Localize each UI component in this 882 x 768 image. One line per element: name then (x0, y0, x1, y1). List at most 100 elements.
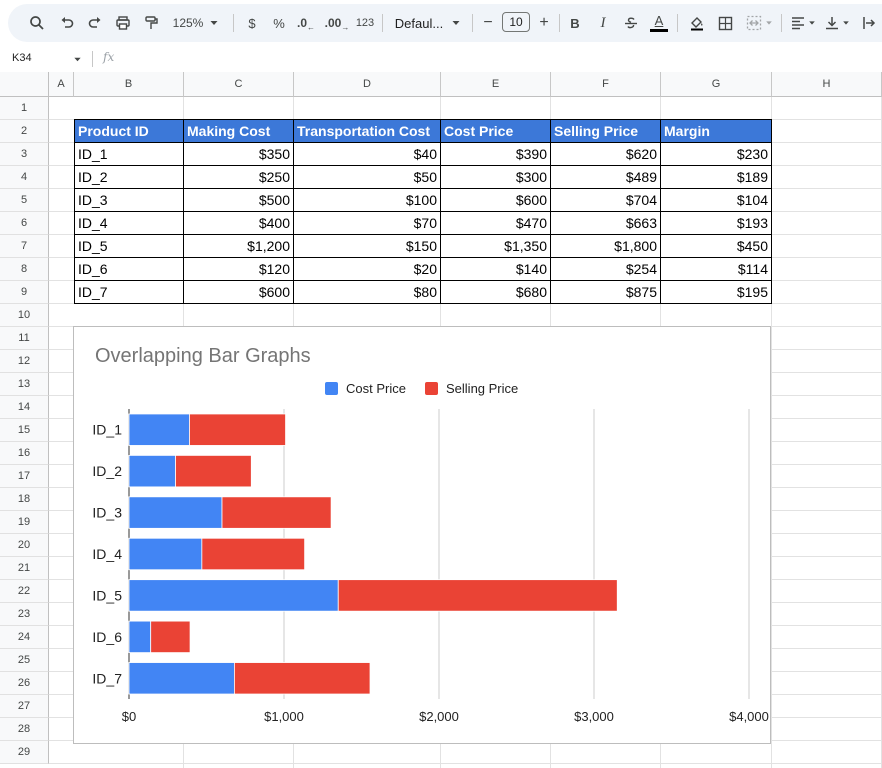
value-cell[interactable]: $350 (183, 142, 294, 166)
italic-button[interactable]: I (594, 4, 612, 42)
borders-button[interactable] (714, 4, 736, 42)
value-cell[interactable]: $1,800 (550, 234, 661, 258)
value-cell[interactable]: $114 (660, 257, 772, 281)
decrease-font-size-button[interactable]: − (478, 4, 498, 42)
redo-button[interactable] (84, 4, 106, 42)
table-header-cell[interactable]: Making Cost (183, 119, 294, 143)
value-cell[interactable]: $70 (293, 211, 441, 235)
value-cell[interactable]: $600 (440, 188, 551, 212)
paint-format-button[interactable] (140, 4, 162, 42)
value-cell[interactable]: $489 (550, 165, 661, 189)
vertical-align-button[interactable] (822, 4, 852, 42)
print-button[interactable] (112, 4, 134, 42)
text-color-button[interactable]: A (648, 4, 670, 42)
decrease-decimal-button[interactable]: .0 ← (294, 4, 318, 42)
fill-color-button[interactable] (686, 4, 708, 42)
more-formats-button[interactable]: 123 (354, 4, 376, 42)
row-header-29[interactable]: 29 (0, 741, 49, 764)
value-cell[interactable]: $193 (660, 211, 772, 235)
value-cell[interactable]: $704 (550, 188, 661, 212)
value-cell[interactable]: $470 (440, 211, 551, 235)
value-cell[interactable]: $230 (660, 142, 772, 166)
row-header-24[interactable]: 24 (0, 626, 49, 649)
value-cell[interactable]: $250 (183, 165, 294, 189)
select-all-corner[interactable] (0, 72, 49, 97)
product-id-cell[interactable]: ID_3 (74, 188, 184, 212)
text-wrapping-button[interactable] (858, 4, 880, 42)
percent-format-button[interactable]: % (268, 4, 290, 42)
table-header-cell[interactable]: Product ID (74, 119, 184, 143)
search-menus-button[interactable] (26, 4, 48, 42)
table-header-cell[interactable]: Selling Price (550, 119, 661, 143)
table-header-cell[interactable]: Margin (660, 119, 772, 143)
row-header-12[interactable]: 12 (0, 350, 49, 373)
row-header-1[interactable]: 1 (0, 97, 49, 120)
row-header-2[interactable]: 2 (0, 120, 49, 143)
row-header-22[interactable]: 22 (0, 580, 49, 603)
row-header-27[interactable]: 27 (0, 695, 49, 718)
value-cell[interactable]: $195 (660, 280, 772, 304)
value-cell[interactable]: $100 (293, 188, 441, 212)
row-header-16[interactable]: 16 (0, 442, 49, 465)
value-cell[interactable]: $500 (183, 188, 294, 212)
value-cell[interactable]: $450 (660, 234, 772, 258)
row-header-9[interactable]: 9 (0, 281, 49, 304)
table-header-cell[interactable]: Transportation Cost (293, 119, 441, 143)
row-header-8[interactable]: 8 (0, 258, 49, 281)
row-header-21[interactable]: 21 (0, 557, 49, 580)
row-header-19[interactable]: 19 (0, 511, 49, 534)
value-cell[interactable]: $80 (293, 280, 441, 304)
value-cell[interactable]: $400 (183, 211, 294, 235)
row-header-5[interactable]: 5 (0, 189, 49, 212)
value-cell[interactable]: $1,200 (183, 234, 294, 258)
column-header-g[interactable]: G (661, 72, 772, 97)
value-cell[interactable]: $680 (440, 280, 551, 304)
row-header-20[interactable]: 20 (0, 534, 49, 557)
row-header-14[interactable]: 14 (0, 396, 49, 419)
column-header-d[interactable]: D (294, 72, 441, 97)
table-header-cell[interactable]: Cost Price (440, 119, 551, 143)
value-cell[interactable]: $390 (440, 142, 551, 166)
column-header-f[interactable]: F (551, 72, 661, 97)
product-id-cell[interactable]: ID_2 (74, 165, 184, 189)
row-header-6[interactable]: 6 (0, 212, 49, 235)
row-header-28[interactable]: 28 (0, 718, 49, 741)
column-header-e[interactable]: E (441, 72, 551, 97)
row-header-11[interactable]: 11 (0, 327, 49, 350)
increase-decimal-button[interactable]: .00 → (324, 4, 350, 42)
value-cell[interactable]: $300 (440, 165, 551, 189)
row-header-13[interactable]: 13 (0, 373, 49, 396)
product-id-cell[interactable]: ID_6 (74, 257, 184, 281)
product-id-cell[interactable]: ID_5 (74, 234, 184, 258)
row-header-23[interactable]: 23 (0, 603, 49, 626)
font-select[interactable]: Defaul... (390, 4, 466, 42)
value-cell[interactable]: $663 (550, 211, 661, 235)
zoom-select[interactable]: 125% (166, 4, 226, 42)
column-header-b[interactable]: B (74, 72, 184, 97)
column-header-h[interactable]: H (772, 72, 882, 97)
value-cell[interactable]: $254 (550, 257, 661, 281)
name-box[interactable]: K34 (12, 52, 32, 64)
product-id-cell[interactable]: ID_4 (74, 211, 184, 235)
font-size-input[interactable]: 10 (502, 12, 530, 32)
value-cell[interactable]: $50 (293, 165, 441, 189)
value-cell[interactable]: $104 (660, 188, 772, 212)
row-header-17[interactable]: 17 (0, 465, 49, 488)
strikethrough-button[interactable] (620, 4, 642, 42)
undo-button[interactable] (56, 4, 78, 42)
formula-input[interactable] (125, 50, 865, 68)
value-cell[interactable]: $189 (660, 165, 772, 189)
row-header-7[interactable]: 7 (0, 235, 49, 258)
bar-chart[interactable]: Overlapping Bar Graphs Cost Price Sellin… (73, 326, 771, 744)
row-header-26[interactable]: 26 (0, 672, 49, 695)
row-header-18[interactable]: 18 (0, 488, 49, 511)
row-header-4[interactable]: 4 (0, 166, 49, 189)
product-id-cell[interactable]: ID_1 (74, 142, 184, 166)
row-header-25[interactable]: 25 (0, 649, 49, 672)
value-cell[interactable]: $620 (550, 142, 661, 166)
name-box-dropdown-icon[interactable] (73, 55, 82, 64)
increase-font-size-button[interactable]: + (534, 4, 554, 42)
row-header-10[interactable]: 10 (0, 304, 49, 327)
column-header-c[interactable]: C (184, 72, 294, 97)
merge-cells-button[interactable] (742, 4, 776, 42)
